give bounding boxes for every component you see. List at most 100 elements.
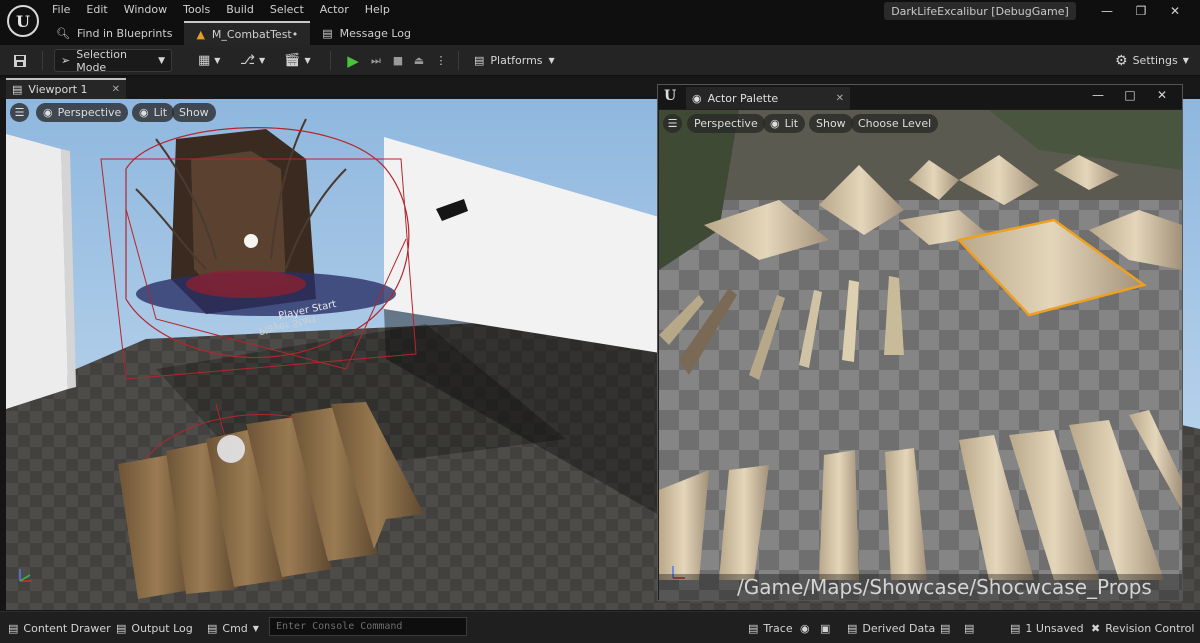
tab-level[interactable]: ▲ M_CombatTest• bbox=[184, 21, 311, 45]
status-bar: ▤ Content Drawer ▤ Output Log ▤ Cmd ▼ ▤ … bbox=[0, 611, 1200, 643]
tab-message-log[interactable]: ▤ Message Log bbox=[310, 21, 423, 45]
lit-label: Lit bbox=[153, 106, 168, 119]
palette-lit-button[interactable]: ◉ Lit bbox=[763, 114, 806, 133]
menu-bar: File Edit Window Tools Build Select Acto… bbox=[44, 0, 398, 20]
palette-viewport[interactable]: ☰ Perspective ◉ Lit Show Choose Level /G… bbox=[659, 110, 1182, 600]
perspective-icon: ◉ bbox=[43, 106, 53, 119]
menu-file[interactable]: File bbox=[44, 0, 78, 20]
tab-actor-palette[interactable]: ◉ Actor Palette ✕ bbox=[686, 87, 850, 109]
settings-label: Settings bbox=[1132, 54, 1178, 67]
unsaved-button[interactable]: ▤ 1 Unsaved bbox=[1010, 618, 1084, 638]
clapperboard-icon: 🎬︎ bbox=[284, 53, 301, 68]
menu-help[interactable]: Help bbox=[357, 0, 398, 20]
network-icon: ▤ bbox=[940, 621, 951, 635]
output-log-button[interactable]: ▤ Output Log bbox=[116, 618, 193, 638]
close-icon[interactable]: ✕ bbox=[1146, 88, 1178, 102]
play-options-button[interactable]: ⋮ bbox=[436, 49, 447, 72]
tab-viewport-1[interactable]: ▤ Viewport 1 ✕ bbox=[6, 78, 126, 99]
menu-edit[interactable]: Edit bbox=[78, 0, 115, 20]
cmd-label: Cmd bbox=[222, 621, 248, 635]
console-command-input[interactable] bbox=[269, 617, 467, 636]
content-drawer-button[interactable]: ▤ Content Drawer bbox=[8, 618, 111, 638]
log-icon: ▤ bbox=[322, 26, 333, 40]
close-tab-icon[interactable]: ✕ bbox=[112, 84, 120, 95]
unreal-logo-icon[interactable]: U bbox=[7, 5, 39, 37]
revision-control-icon: ✖ bbox=[1091, 621, 1101, 635]
eject-button[interactable]: ⏏︎ bbox=[411, 49, 427, 72]
platforms-label: Platforms bbox=[490, 54, 543, 67]
menu-window[interactable]: Window bbox=[116, 0, 175, 20]
menu-select[interactable]: Select bbox=[262, 0, 312, 20]
palette-title: Actor Palette bbox=[707, 91, 779, 105]
menu-tools[interactable]: Tools bbox=[175, 0, 218, 20]
perspective-button[interactable]: ◉ Perspective bbox=[36, 103, 129, 122]
maximize-icon[interactable]: □ bbox=[1114, 88, 1146, 102]
selection-mode-label: Selection Mode bbox=[76, 47, 127, 74]
palette-perspective-button[interactable]: Perspective bbox=[687, 114, 765, 133]
show-button[interactable]: Show bbox=[172, 103, 216, 122]
palette-level-path: /Game/Maps/Showcase/Shocwcase_Props bbox=[659, 574, 1182, 600]
palette-window-controls: — □ ✕ bbox=[1082, 88, 1178, 102]
project-title: DarkLifeExcalibur [DebugGame] bbox=[884, 2, 1076, 20]
advance-frame-button[interactable]: ⏭︎ bbox=[368, 49, 384, 72]
notifications-button[interactable]: ▤ bbox=[964, 618, 974, 638]
show-label: Show bbox=[179, 106, 209, 119]
save-icon bbox=[14, 54, 26, 67]
record-button[interactable]: ◉ bbox=[800, 618, 810, 638]
play-button[interactable]: ▶ bbox=[343, 49, 363, 72]
toolbar-divider bbox=[42, 51, 43, 70]
lit-icon: ◉ bbox=[770, 117, 780, 130]
platforms-icon: ▤ bbox=[474, 54, 485, 67]
derived-data-button[interactable]: ▤ Derived Data bbox=[847, 618, 935, 638]
chevron-down-icon: ▼ bbox=[252, 623, 259, 633]
tab-label: M_CombatTest• bbox=[211, 27, 299, 41]
play-icon: ▶ bbox=[347, 51, 359, 70]
gear-icon: ⚙ bbox=[1115, 52, 1128, 69]
maximize-icon[interactable]: ❐ bbox=[1124, 4, 1158, 18]
chevron-down-icon: ▼ bbox=[1182, 56, 1189, 65]
choose-level-button[interactable]: Choose Level bbox=[851, 114, 939, 133]
trace-icon: ▤ bbox=[748, 621, 759, 635]
stop-button[interactable]: ■ bbox=[390, 49, 406, 72]
lit-button[interactable]: ◉ Lit bbox=[132, 103, 175, 122]
cinematics-button[interactable]: 🎬︎ ▼ bbox=[284, 49, 311, 72]
content-drawer-label: Content Drawer bbox=[23, 621, 111, 635]
revision-control-button[interactable]: ✖ Revision Control bbox=[1091, 618, 1194, 638]
record-icon: ◉ bbox=[800, 621, 810, 635]
menu-actor[interactable]: Actor bbox=[312, 0, 357, 20]
close-icon[interactable]: ✕ bbox=[1158, 4, 1192, 18]
tab-label: Message Log bbox=[339, 26, 411, 40]
cmd-dropdown[interactable]: ▤ Cmd ▼ bbox=[207, 618, 259, 638]
chevron-down-icon: ▼ bbox=[158, 55, 165, 66]
viewport-options-button[interactable]: ☰ bbox=[10, 103, 29, 122]
terminal-icon: ▤ bbox=[207, 621, 218, 635]
settings-button[interactable]: ⚙ Settings ▼ bbox=[1115, 49, 1189, 72]
trace-button[interactable]: ▤ Trace bbox=[748, 618, 793, 638]
unsaved-icon: ▤ bbox=[1010, 621, 1021, 635]
minimize-icon[interactable]: — bbox=[1082, 88, 1114, 102]
hamburger-icon: ☰ bbox=[14, 106, 25, 119]
unreal-logo-icon: U bbox=[664, 88, 677, 104]
screenshot-button[interactable]: ▣ bbox=[820, 618, 830, 638]
palette-options-button[interactable]: ☰ bbox=[663, 114, 682, 133]
minimize-icon[interactable]: — bbox=[1090, 4, 1124, 18]
close-tab-icon[interactable]: ✕ bbox=[836, 93, 844, 104]
platforms-button[interactable]: ▤ Platforms ▼ bbox=[474, 49, 555, 72]
window-controls: — ❐ ✕ bbox=[1090, 4, 1192, 18]
palette-show-button[interactable]: Show bbox=[809, 114, 853, 133]
unsaved-label: 1 Unsaved bbox=[1025, 621, 1084, 635]
revision-control-label: Revision Control bbox=[1105, 621, 1195, 635]
save-button[interactable] bbox=[10, 49, 30, 72]
output-log-label: Output Log bbox=[131, 621, 193, 635]
hamburger-icon: ☰ bbox=[667, 117, 678, 130]
selection-mode-dropdown[interactable]: ➢ Selection Mode ▼ bbox=[54, 47, 172, 74]
actor-palette-window[interactable]: U ◉ Actor Palette ✕ — □ ✕ ☰ Perspective … bbox=[657, 84, 1183, 601]
menu-build[interactable]: Build bbox=[218, 0, 262, 20]
tab-find-in-blueprints[interactable]: 🔍︎ Find in Blueprints bbox=[44, 21, 184, 45]
blueprints-button[interactable]: ⎇ ▼ bbox=[240, 49, 265, 72]
add-actor-button[interactable]: ▦ ▼ bbox=[198, 49, 220, 72]
main-toolbar: ➢ Selection Mode ▼ ▦ ▼ ⎇ ▼ 🎬︎ ▼ ▶ ⏭︎ ■ ⏏︎ ⋮… bbox=[0, 45, 1200, 76]
network-button[interactable]: ▤ bbox=[940, 618, 950, 638]
content-drawer-icon: ▤ bbox=[8, 621, 19, 635]
lit-icon: ◉ bbox=[139, 106, 149, 119]
